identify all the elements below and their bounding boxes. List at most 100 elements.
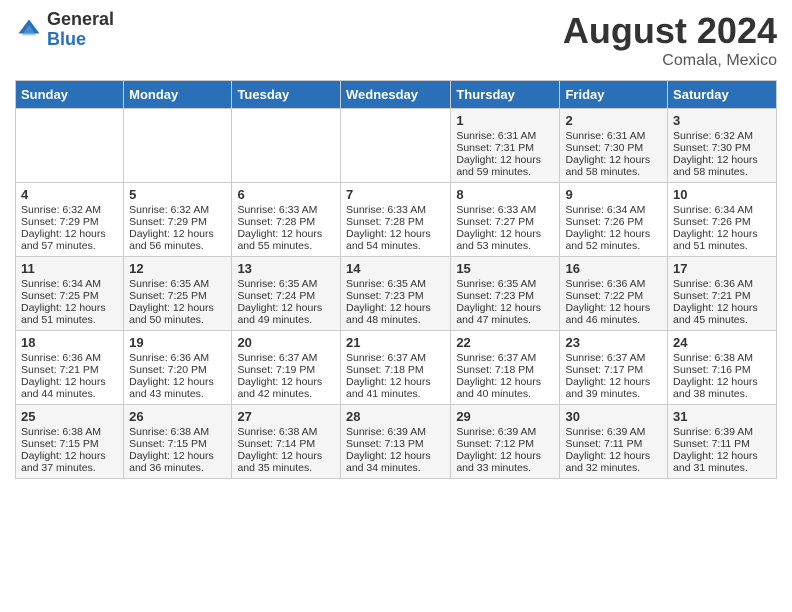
calendar-cell (124, 109, 232, 183)
day-info: Daylight: 12 hours (21, 376, 118, 388)
day-info: and 59 minutes. (456, 166, 554, 178)
day-info: Sunset: 7:13 PM (346, 438, 445, 450)
week-row-1: 1Sunrise: 6:31 AMSunset: 7:31 PMDaylight… (16, 109, 777, 183)
calendar-cell: 11Sunrise: 6:34 AMSunset: 7:25 PMDayligh… (16, 257, 124, 331)
location: Comala, Mexico (563, 52, 777, 70)
month-year: August 2024 (563, 10, 777, 52)
day-info: Sunrise: 6:33 AM (237, 204, 335, 216)
calendar-cell: 17Sunrise: 6:36 AMSunset: 7:21 PMDayligh… (668, 257, 777, 331)
day-info: Daylight: 12 hours (129, 376, 226, 388)
calendar-cell: 29Sunrise: 6:39 AMSunset: 7:12 PMDayligh… (451, 405, 560, 479)
header-day-wednesday: Wednesday (340, 81, 450, 109)
day-number: 9 (565, 187, 662, 202)
calendar-cell: 24Sunrise: 6:38 AMSunset: 7:16 PMDayligh… (668, 331, 777, 405)
logo: General Blue (15, 10, 114, 50)
day-number: 15 (456, 261, 554, 276)
day-info: Daylight: 12 hours (456, 228, 554, 240)
day-info: Sunset: 7:22 PM (565, 290, 662, 302)
day-info: Daylight: 12 hours (237, 228, 335, 240)
header-day-sunday: Sunday (16, 81, 124, 109)
day-info: Sunset: 7:11 PM (565, 438, 662, 450)
day-info: and 52 minutes. (565, 240, 662, 252)
day-info: Daylight: 12 hours (129, 450, 226, 462)
day-info: Sunrise: 6:35 AM (129, 278, 226, 290)
day-number: 8 (456, 187, 554, 202)
day-info: Sunset: 7:18 PM (346, 364, 445, 376)
calendar-header: SundayMondayTuesdayWednesdayThursdayFrid… (16, 81, 777, 109)
week-row-2: 4Sunrise: 6:32 AMSunset: 7:29 PMDaylight… (16, 183, 777, 257)
day-info: Sunrise: 6:32 AM (673, 130, 771, 142)
day-info: and 51 minutes. (673, 240, 771, 252)
calendar-cell: 27Sunrise: 6:38 AMSunset: 7:14 PMDayligh… (232, 405, 341, 479)
day-info: Sunset: 7:15 PM (21, 438, 118, 450)
header-row: SundayMondayTuesdayWednesdayThursdayFrid… (16, 81, 777, 109)
day-info: Daylight: 12 hours (456, 302, 554, 314)
day-info: Sunset: 7:21 PM (673, 290, 771, 302)
day-info: Sunset: 7:12 PM (456, 438, 554, 450)
day-info: Sunset: 7:14 PM (237, 438, 335, 450)
day-info: Sunset: 7:29 PM (21, 216, 118, 228)
day-info: and 55 minutes. (237, 240, 335, 252)
day-number: 18 (21, 335, 118, 350)
day-info: Sunrise: 6:36 AM (673, 278, 771, 290)
day-info: and 44 minutes. (21, 388, 118, 400)
day-info: Daylight: 12 hours (673, 302, 771, 314)
calendar-cell (16, 109, 124, 183)
day-number: 29 (456, 409, 554, 424)
day-info: and 51 minutes. (21, 314, 118, 326)
calendar-cell: 22Sunrise: 6:37 AMSunset: 7:18 PMDayligh… (451, 331, 560, 405)
day-info: Sunrise: 6:33 AM (456, 204, 554, 216)
day-number: 26 (129, 409, 226, 424)
day-number: 24 (673, 335, 771, 350)
calendar-body: 1Sunrise: 6:31 AMSunset: 7:31 PMDaylight… (16, 109, 777, 479)
day-info: Daylight: 12 hours (346, 376, 445, 388)
day-info: and 53 minutes. (456, 240, 554, 252)
day-info: and 58 minutes. (673, 166, 771, 178)
day-number: 5 (129, 187, 226, 202)
day-info: Sunrise: 6:38 AM (237, 426, 335, 438)
day-info: Daylight: 12 hours (456, 450, 554, 462)
day-info: Daylight: 12 hours (673, 154, 771, 166)
day-info: Daylight: 12 hours (237, 376, 335, 388)
day-number: 7 (346, 187, 445, 202)
calendar-cell: 18Sunrise: 6:36 AMSunset: 7:21 PMDayligh… (16, 331, 124, 405)
header-day-thursday: Thursday (451, 81, 560, 109)
day-info: and 33 minutes. (456, 462, 554, 474)
day-number: 27 (237, 409, 335, 424)
day-info: Sunrise: 6:31 AM (456, 130, 554, 142)
calendar-cell: 9Sunrise: 6:34 AMSunset: 7:26 PMDaylight… (560, 183, 668, 257)
day-info: Sunrise: 6:38 AM (129, 426, 226, 438)
day-info: Daylight: 12 hours (346, 450, 445, 462)
calendar-cell: 2Sunrise: 6:31 AMSunset: 7:30 PMDaylight… (560, 109, 668, 183)
day-info: Daylight: 12 hours (673, 450, 771, 462)
day-number: 22 (456, 335, 554, 350)
calendar-cell: 19Sunrise: 6:36 AMSunset: 7:20 PMDayligh… (124, 331, 232, 405)
calendar-cell: 3Sunrise: 6:32 AMSunset: 7:30 PMDaylight… (668, 109, 777, 183)
day-info: Sunrise: 6:38 AM (21, 426, 118, 438)
calendar-cell: 10Sunrise: 6:34 AMSunset: 7:26 PMDayligh… (668, 183, 777, 257)
day-number: 12 (129, 261, 226, 276)
header-day-saturday: Saturday (668, 81, 777, 109)
day-info: Sunrise: 6:34 AM (21, 278, 118, 290)
day-info: Sunset: 7:25 PM (129, 290, 226, 302)
day-info: and 35 minutes. (237, 462, 335, 474)
day-info: Daylight: 12 hours (565, 302, 662, 314)
header-day-tuesday: Tuesday (232, 81, 341, 109)
day-info: Sunrise: 6:37 AM (237, 352, 335, 364)
day-number: 16 (565, 261, 662, 276)
day-info: Sunrise: 6:39 AM (346, 426, 445, 438)
day-info: Sunset: 7:26 PM (565, 216, 662, 228)
week-row-5: 25Sunrise: 6:38 AMSunset: 7:15 PMDayligh… (16, 405, 777, 479)
day-info: Sunset: 7:24 PM (237, 290, 335, 302)
title-area: August 2024 Comala, Mexico (563, 10, 777, 70)
day-number: 6 (237, 187, 335, 202)
day-info: and 56 minutes. (129, 240, 226, 252)
calendar-cell: 7Sunrise: 6:33 AMSunset: 7:28 PMDaylight… (340, 183, 450, 257)
day-info: Daylight: 12 hours (21, 228, 118, 240)
day-info: Daylight: 12 hours (565, 450, 662, 462)
day-info: Daylight: 12 hours (21, 450, 118, 462)
day-info: and 45 minutes. (673, 314, 771, 326)
day-info: Sunrise: 6:36 AM (129, 352, 226, 364)
day-info: Sunrise: 6:31 AM (565, 130, 662, 142)
day-info: Daylight: 12 hours (237, 302, 335, 314)
